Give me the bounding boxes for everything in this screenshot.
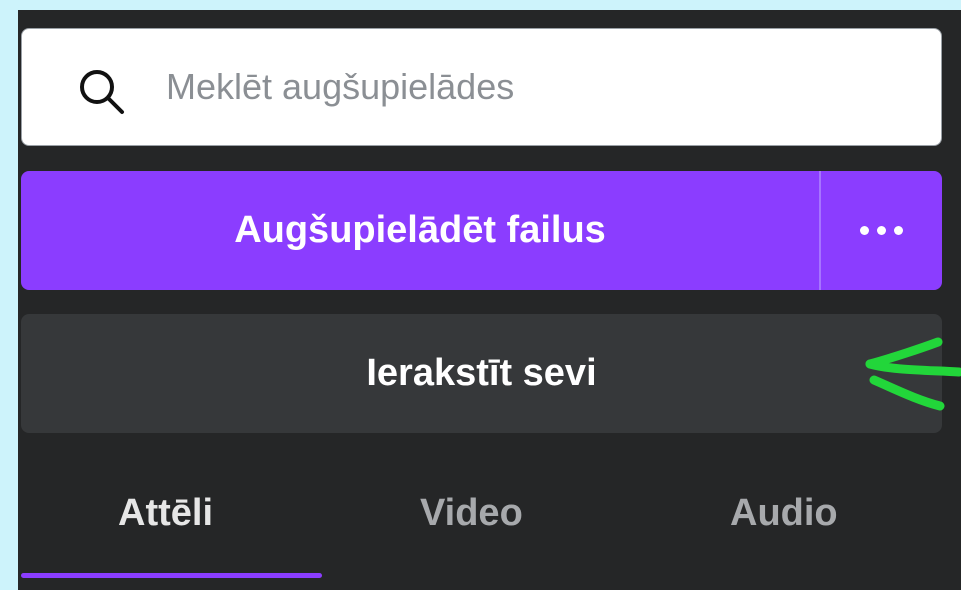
tab-images[interactable]: Attēli <box>118 492 213 535</box>
upload-button-group: Augšupielādēt failus <box>21 171 942 290</box>
upload-files-label: Augšupielādēt failus <box>234 209 606 251</box>
record-yourself-button[interactable]: Ierakstīt sevi <box>21 314 942 433</box>
upload-more-button[interactable] <box>821 171 942 290</box>
upload-files-button[interactable]: Augšupielādēt failus <box>21 171 819 290</box>
media-type-tabs: Attēli Video Audio <box>18 470 961 590</box>
active-tab-indicator <box>21 573 322 578</box>
record-yourself-label: Ierakstīt sevi <box>366 352 597 394</box>
more-horizontal-icon <box>860 226 903 235</box>
tab-audio[interactable]: Audio <box>730 492 838 535</box>
search-input[interactable] <box>148 59 926 115</box>
green-arrow-icon <box>865 337 961 411</box>
search-icon <box>80 70 124 114</box>
search-box[interactable] <box>21 28 942 146</box>
tab-video[interactable]: Video <box>420 492 523 535</box>
